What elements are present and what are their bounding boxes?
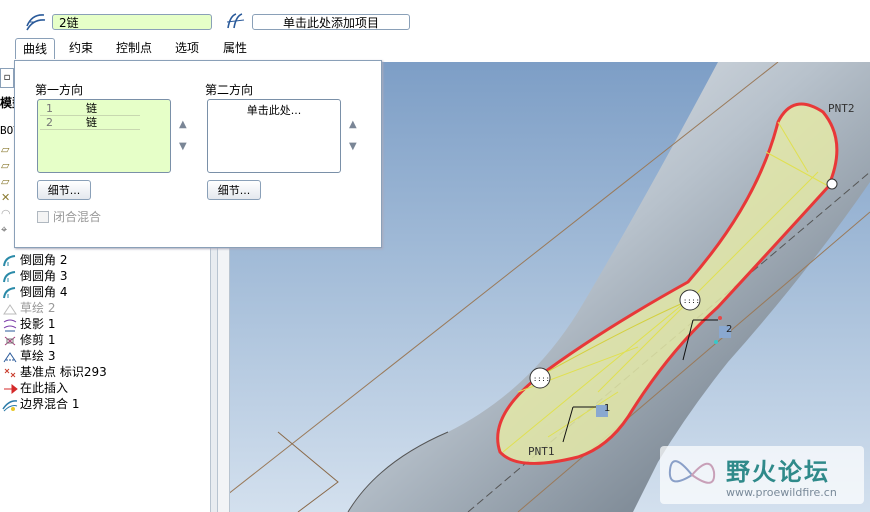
tab-control-points[interactable]: 控制点 — [110, 38, 158, 58]
butterfly-logo-icon — [668, 460, 716, 484]
blend-dashboard: 2链 单击此处添加项目 曲线 约束 控制点 选项 属性 — [0, 0, 870, 62]
feature-icon: ⌖ — [1, 223, 8, 236]
point-label-pnt1: PNT1 — [528, 445, 555, 458]
move-down-arrow-icon[interactable]: ▼ — [179, 141, 187, 152]
tab-constraints[interactable]: 约束 — [62, 38, 100, 58]
plane-icon: ▱ — [1, 159, 10, 172]
list-item[interactable]: 2链 — [40, 116, 140, 130]
tree-item-round-3[interactable]: 倒圆角 3 — [2, 268, 67, 284]
handle-label-2: 2 — [726, 324, 733, 335]
trim-icon — [2, 334, 18, 348]
sketch-lines — [277, 431, 339, 512]
boundary-blend-icon — [2, 398, 18, 412]
feature-icon: ◠ — [1, 207, 11, 220]
first-direction-label: 第一方向 — [35, 83, 84, 97]
tree-item-projection-1[interactable]: 投影 1 — [2, 316, 55, 332]
watermark-url: www.proewildfire.cn — [726, 486, 837, 499]
first-direction-chain-field[interactable]: 2链 — [52, 14, 212, 30]
round-icon — [2, 270, 18, 284]
second-direction-label: 第二方向 — [205, 83, 254, 97]
tab-properties[interactable]: 属性 — [216, 38, 254, 58]
move-down-arrow-icon[interactable]: ▼ — [349, 141, 357, 152]
first-direction-list[interactable]: 1链 2链 — [37, 99, 171, 173]
tree-item-sketch-2[interactable]: 草绘 2 — [2, 300, 55, 316]
details-button-second[interactable]: 细节... — [207, 180, 261, 200]
csys-icon: ✕ — [1, 191, 11, 204]
end-point-handle[interactable] — [826, 178, 838, 190]
tree-toolbar-button[interactable]: ▫ — [0, 68, 14, 88]
watermark-title: 野火论坛 — [726, 458, 830, 486]
tab-curves[interactable]: 曲线 — [15, 38, 55, 59]
plane-icon: ▱ — [1, 143, 10, 156]
tree-item-trim-1[interactable]: 修剪 1 — [2, 332, 55, 348]
details-button-first[interactable]: 细节... — [37, 180, 91, 200]
plane-icon: ▱ — [1, 175, 10, 188]
point-label-pnt2: PNT2 — [828, 102, 855, 115]
tree-item-insert-here[interactable]: 在此插入 — [2, 380, 68, 396]
projection-icon — [2, 318, 18, 332]
tree-item-sketch-3[interactable]: 草绘 3 — [2, 348, 55, 364]
handle-label-1: 1 — [604, 403, 611, 414]
tree-item-boundary-blend-1[interactable]: 边界混合 1 — [2, 396, 79, 412]
move-up-arrow-icon[interactable]: ▲ — [349, 119, 357, 130]
list-item[interactable]: 1链 — [40, 102, 140, 116]
second-direction-hint[interactable]: 单击此处... — [208, 102, 340, 118]
second-direction-curves-icon[interactable] — [224, 10, 248, 32]
second-direction-add-item-field[interactable]: 单击此处添加项目 — [252, 14, 410, 30]
datum-point-icon — [2, 366, 18, 380]
tree-item-datum-point[interactable]: 基准点 标识293 — [2, 364, 107, 380]
tree-item-round-2[interactable]: 倒圆角 2 — [2, 252, 67, 268]
insert-here-arrow-icon — [2, 382, 18, 396]
closed-blend-label: 闭合混合 — [53, 210, 102, 224]
second-direction-list[interactable]: 单击此处... — [207, 99, 341, 173]
tab-options[interactable]: 选项 — [168, 38, 206, 58]
sketch-icon — [2, 350, 18, 364]
move-up-arrow-icon[interactable]: ▲ — [179, 119, 187, 130]
curves-panel: 第一方向 第二方向 1链 2链 ▲ ▼ 单击此处... ▲ ▼ 细节... 细节… — [14, 60, 382, 248]
sketch-icon — [2, 302, 18, 316]
svg-text:::::: :::: — [533, 375, 550, 383]
svg-text:::::: :::: — [683, 297, 700, 305]
watermark: 野火论坛 www.proewildfire.cn — [660, 446, 864, 504]
round-icon — [2, 254, 18, 268]
round-icon — [2, 286, 18, 300]
curves-collector-icon[interactable] — [24, 10, 48, 32]
hidden-tree-icons: ▱ ▱ ▱ ✕ ◠ ⌖ — [1, 142, 11, 238]
tree-item-round-4[interactable]: 倒圆角 4 — [2, 284, 67, 300]
closed-blend-checkbox[interactable] — [37, 211, 49, 223]
